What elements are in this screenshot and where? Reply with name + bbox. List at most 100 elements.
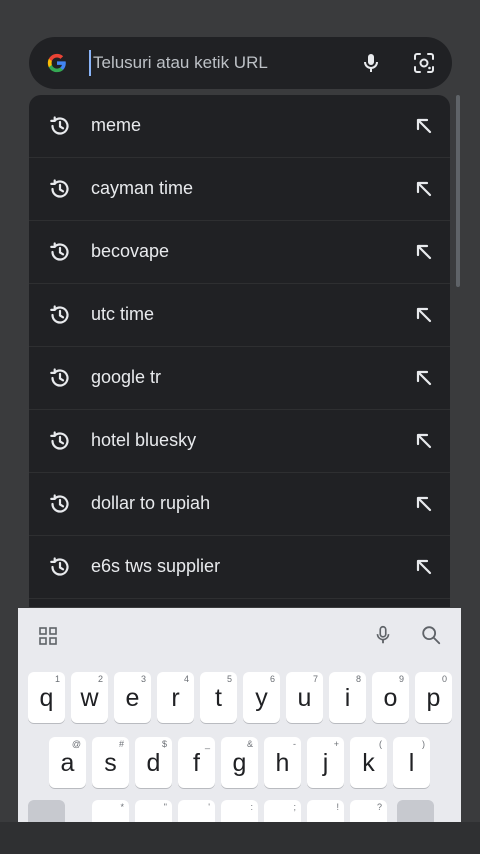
key-hint: & [246, 739, 253, 749]
keyboard-key[interactable]: 3e [114, 672, 151, 723]
suggestion-item[interactable]: dollar to rupiah [29, 473, 450, 536]
suggestion-text: hotel bluesky [91, 430, 197, 450]
keyboard-key[interactable]: + j [307, 737, 344, 788]
key-hint: ; [293, 802, 296, 812]
keyboard-key[interactable]: ) l [393, 737, 430, 788]
keyboard-key[interactable]: ? [350, 800, 387, 822]
history-icon [48, 555, 72, 579]
key-hint: 9 [398, 674, 404, 684]
keyboard-key[interactable] [28, 800, 65, 822]
key-hint: ' [208, 802, 210, 812]
fill-query-arrow-icon[interactable] [412, 177, 436, 201]
fill-query-arrow-icon[interactable] [412, 429, 436, 453]
keyboard-key[interactable]: $ d [135, 737, 172, 788]
fill-query-arrow-icon[interactable] [412, 366, 436, 390]
suggestion-item[interactable]: meme [29, 95, 450, 158]
suggestion-text: cayman time [91, 178, 194, 198]
key-hint: : [250, 802, 253, 812]
keyboard-key[interactable]: * [92, 800, 129, 822]
key-label: a [60, 749, 75, 777]
keyboard-key[interactable]: _ f [178, 737, 215, 788]
key-hint: + [333, 739, 339, 749]
microphone-icon[interactable] [359, 51, 383, 75]
history-icon [48, 240, 72, 264]
keyboard-key[interactable]: 4r [157, 672, 194, 723]
keyboard-key[interactable]: 7u [286, 672, 323, 723]
fill-query-arrow-icon[interactable] [412, 492, 436, 516]
suggestion-item[interactable]: e6s tws supplier [29, 536, 450, 599]
keyboard-key[interactable]: -h [264, 737, 301, 788]
key-label: q [39, 684, 54, 712]
key-label: r [171, 684, 180, 712]
search-input[interactable] [89, 50, 343, 76]
scrollbar[interactable] [456, 95, 460, 287]
key-hint: ? [376, 802, 382, 812]
key-hint: 2 [97, 674, 103, 684]
key-label: g [232, 749, 247, 777]
key-hint: _ [204, 739, 210, 749]
keyboard-key[interactable]: 0p [415, 672, 452, 723]
keyboard-key[interactable]: 6y [243, 672, 280, 723]
key-hint: - [293, 739, 296, 749]
keyboard-key[interactable]: : [221, 800, 258, 822]
key-hint: 6 [269, 674, 275, 684]
key-label: w [80, 684, 99, 712]
suggestion-item[interactable]: cayman time [29, 158, 450, 221]
history-icon [48, 492, 72, 516]
keyboard-key[interactable]: 9o [372, 672, 409, 723]
history-icon [48, 114, 72, 138]
key-hint: @ [71, 739, 81, 749]
suggestion-text: utc time [91, 304, 155, 324]
lens-camera-icon[interactable] [412, 51, 436, 75]
fill-query-arrow-icon[interactable] [412, 303, 436, 327]
suggestion-text: google tr [91, 367, 162, 387]
on-screen-keyboard: 1 q 2 w 3 e 4 r 5 t 6 y 7 u 8 i 9 o 0 p @ a # s $ d _ f & g - h + j(k) l * "… [18, 608, 461, 822]
key-hint: 1 [54, 674, 60, 684]
keyboard-key[interactable]: (k [350, 737, 387, 788]
key-label: j [322, 749, 329, 777]
fill-query-arrow-icon[interactable] [412, 555, 436, 579]
key-label: u [297, 684, 312, 712]
keyboard-key[interactable] [397, 800, 434, 822]
keyboard-key[interactable]: ! [307, 800, 344, 822]
key-label: e [125, 684, 140, 712]
keyboard-key[interactable]: & g [221, 737, 258, 788]
key-label: k [362, 749, 375, 777]
key-hint: 4 [183, 674, 189, 684]
keyboard-key[interactable]: " [135, 800, 172, 822]
keyboard-key[interactable]: # s [92, 737, 129, 788]
key-label: p [426, 684, 441, 712]
keyboard-key[interactable]: ' [178, 800, 215, 822]
key-label: d [146, 749, 161, 777]
keyboard-key[interactable]: 2w [71, 672, 108, 723]
suggestion-item[interactable]: hotel bluesky [29, 410, 450, 473]
key-label: f [193, 749, 200, 777]
history-icon [48, 303, 72, 327]
suggestion-text: dollar to rupiah [91, 493, 211, 513]
keyboard-key[interactable]: ; [264, 800, 301, 822]
keyboard-key[interactable]: @ a [49, 737, 86, 788]
key-label: t [215, 684, 222, 712]
key-label: o [383, 684, 398, 712]
suggestion-text: e6s tws supplier [91, 556, 221, 576]
voice-input-icon[interactable] [372, 624, 394, 646]
suggestion-text: becovape [91, 241, 170, 261]
suggestion-item[interactable]: becovape [29, 221, 450, 284]
key-hint: # [118, 739, 124, 749]
keyboard-key[interactable]: 8i [329, 672, 366, 723]
key-label: h [275, 749, 290, 777]
suggestion-item[interactable]: google tr [29, 347, 450, 410]
keyboard-key[interactable]: 5t [200, 672, 237, 723]
fill-query-arrow-icon[interactable] [412, 240, 436, 264]
suggestion-item[interactable]: utc time [29, 284, 450, 347]
key-hint: 0 [441, 674, 447, 684]
fill-query-arrow-icon[interactable] [412, 114, 436, 138]
key-hint: * [120, 802, 124, 812]
search-icon[interactable] [420, 624, 442, 646]
apps-grid-icon[interactable] [38, 626, 58, 646]
key-hint: ) [422, 739, 425, 749]
keyboard-key[interactable]: 1q [28, 672, 65, 723]
keyboard-toolbar [18, 608, 461, 660]
omnibox[interactable] [29, 37, 452, 89]
key-hint: ( [379, 739, 382, 749]
